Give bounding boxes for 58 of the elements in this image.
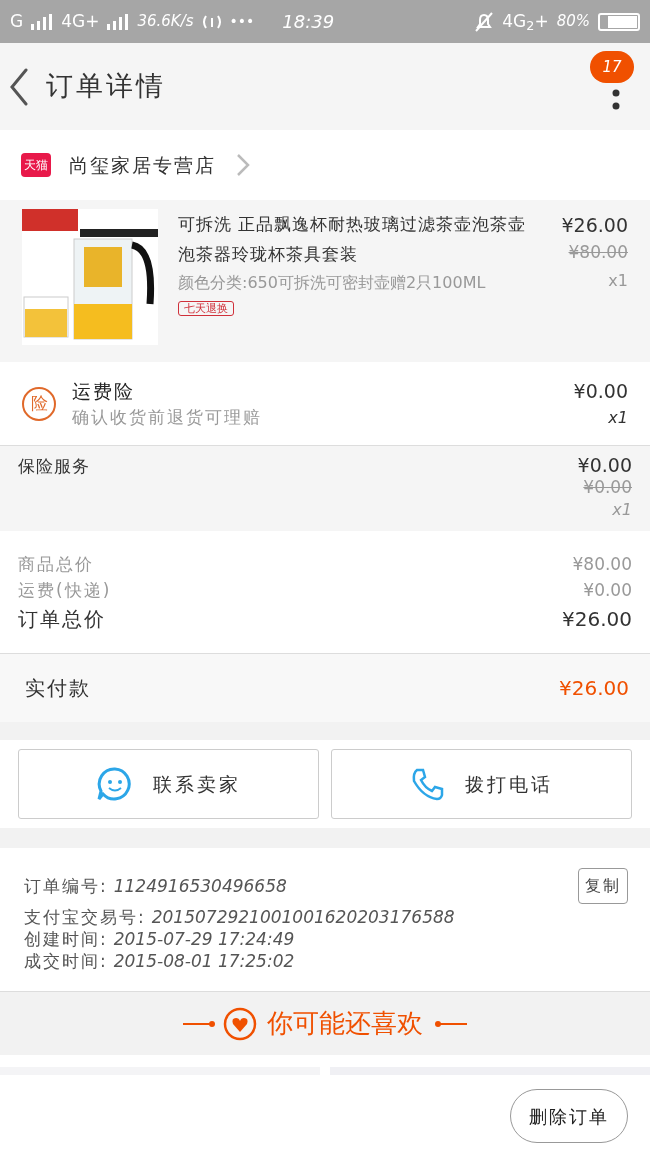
info-label: 创建时间: [24,928,108,950]
insurance-subtitle: 确认收货前退货可理赔 [72,406,263,429]
total-value: ¥26.00 [562,606,632,633]
quantity: x1 [612,499,632,521]
total-label: 订单总价 [18,606,107,633]
original-price: ¥0.00 [583,476,632,498]
hotspot-icon [201,13,222,30]
total-value: ¥80.00 [572,553,632,576]
copy-button[interactable]: 复制 [578,868,628,904]
action-button[interactable]: 联系卖家 [18,749,319,819]
product-title[interactable]: 可拆洗 正品飘逸杯耐热玻璃过滤茶壶泡茶壶泡茶器玲珑杯茶具套装 [178,209,538,269]
info-value: 2015-07-29 17:24:49 [113,928,295,950]
speed-label: 36.6K/s [137,11,194,33]
info-label: 支付宝交易号: [24,906,146,928]
more-icon[interactable] [612,88,620,111]
back-icon[interactable] [8,67,30,106]
info-label: 成交时间: [24,950,108,972]
insurance-icon: 险 [22,386,56,421]
total-value: ¥0.00 [583,579,632,602]
info-value: 1124916530496658 [113,875,287,898]
product-price: ¥26.00 [561,213,628,238]
clock: 18:39 [282,10,335,34]
store-logo: 天猫 [21,153,51,177]
divider-dot-icon [181,1019,217,1028]
info-value: 2015072921001001620203176588 [151,906,455,928]
notification-badge: 17 [590,51,634,83]
battery-percent: 80% [556,11,590,33]
product-spec: 颜色分类:650可拆洗可密封壶赠2只100ML [178,272,487,294]
muted-bell-icon [474,11,495,32]
signal-icon [31,13,54,30]
original-price: ¥80.00 [568,240,628,264]
return-tag: 七天退换 [178,301,234,316]
page-title: 订单详情 [46,69,166,104]
divider-dot-icon [433,1019,469,1028]
insurance-price: ¥0.00 [573,379,628,405]
insurance-title: 运费险 [72,378,136,404]
action-button[interactable]: 拨打电话 [331,749,632,819]
phone-icon [410,767,445,801]
paid-amount: ¥26.00 [559,675,629,702]
delete-order-button[interactable]: 删除订单 [510,1089,628,1143]
network-label: 4G+ [61,9,100,33]
recommend-title: 你可能还喜欢 [267,1007,423,1040]
quantity: x1 [608,406,628,429]
paid-label: 实付款 [25,675,92,702]
info-label: 订单编号: [24,875,108,898]
service-title: 保险服务 [18,455,91,478]
store-name[interactable]: 尚玺家居专营店 [69,150,216,180]
chat-face-icon [96,767,133,801]
total-label: 运费(快递) [18,579,113,602]
network-label: 4G$_{2}$+ [502,9,549,35]
quantity: x1 [608,270,628,292]
info-value: 2015-08-01 17:25:02 [113,950,295,972]
signal-icon [107,13,130,30]
more-notifications: ••• [229,12,255,31]
total-label: 商品总价 [18,553,95,576]
carrier-label: G [10,9,24,33]
service-price: ¥0.00 [577,454,632,476]
battery-icon [598,12,640,31]
